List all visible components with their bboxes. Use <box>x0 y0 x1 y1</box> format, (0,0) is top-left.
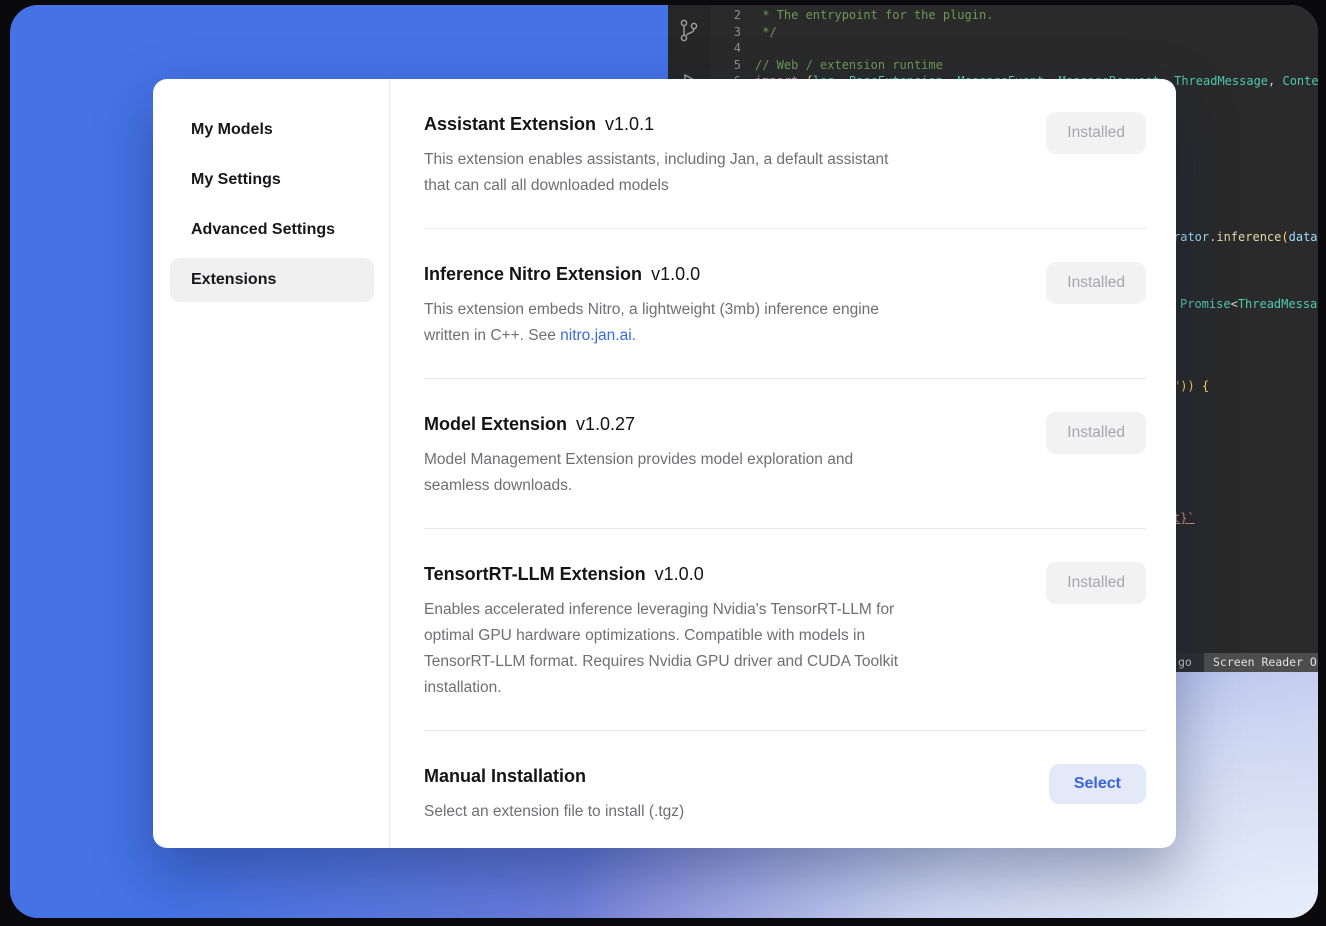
code-token: ThreadMessage <box>1174 74 1268 88</box>
code-fragment: rator.inference(data)); <box>1173 230 1318 245</box>
extension-description: Select an extension file to install (.tg… <box>424 799 1035 825</box>
extension-name: Inference Nitro Extension <box>424 264 642 284</box>
code-fragment: t}` <box>1173 511 1195 526</box>
screen-reader-status[interactable]: Screen Reader Optimized <box>1204 653 1318 672</box>
installed-button[interactable]: Installed <box>1046 562 1146 604</box>
code-token: )) { <box>1180 379 1209 393</box>
extension-title: Inference Nitro Extension v1.0.0 <box>424 262 1032 286</box>
code-token: // Web / extension runtime <box>755 58 943 72</box>
extension-info: TensortRT-LLM Extension v1.0.0 Enables ac… <box>424 562 1046 701</box>
extension-description-text: Select an extension file to install (.tg… <box>424 803 684 820</box>
code-fragment: ")) { <box>1173 379 1209 394</box>
code-token: ContentType <box>1282 74 1318 88</box>
app-window: 2 * The entrypoint for the plugin. 3 */ … <box>10 5 1318 918</box>
code-token: < <box>1231 297 1238 311</box>
sidebar-item-label: My Settings <box>191 171 281 189</box>
sidebar-item-extensions[interactable]: Extensions <box>170 258 374 302</box>
extension-description-text: This extension enables assistants, inclu… <box>424 151 888 194</box>
code-token: inference <box>1216 230 1281 244</box>
settings-sidebar: My Models My Settings Advanced Settings … <box>153 79 390 848</box>
code-token: Promise <box>1180 297 1231 311</box>
extension-row: Model Extension v1.0.27 Model Management … <box>424 379 1146 529</box>
installed-button[interactable]: Installed <box>1046 262 1146 304</box>
line-number: 4 <box>710 40 741 57</box>
code-token: , <box>1268 74 1282 88</box>
extension-info: Inference Nitro Extension v1.0.0 This ext… <box>424 262 1046 349</box>
extension-version: v1.0.27 <box>576 414 635 434</box>
line-content: * The entrypoint for the plugin. <box>755 7 993 24</box>
extension-version: v1.0.0 <box>655 564 704 584</box>
code-line: 2 * The entrypoint for the plugin. <box>710 7 1318 24</box>
code-fragment: Promise<ThreadMessage> <box>1180 297 1318 312</box>
settings-modal: My Models My Settings Advanced Settings … <box>153 79 1176 848</box>
extension-version: v1.0.1 <box>605 114 654 134</box>
extension-name: Manual Installation <box>424 766 586 786</box>
sidebar-item-my-settings[interactable]: My Settings <box>170 158 374 202</box>
sidebar-item-label: My Models <box>191 121 273 139</box>
extension-description: Model Management Extension provides mode… <box>424 447 1032 499</box>
extension-row: Assistant Extension v1.0.1 This extension… <box>424 79 1146 229</box>
extension-row: Inference Nitro Extension v1.0.0 This ext… <box>424 229 1146 379</box>
extension-description-text: Enables accelerated inference leveraging… <box>424 601 898 696</box>
extension-info: Model Extension v1.0.27 Model Management … <box>424 412 1046 499</box>
extension-title: Manual Installation <box>424 764 1035 788</box>
code-token: ThreadMessage <box>1238 297 1318 311</box>
status-left-text: go <box>1178 653 1192 672</box>
installed-button[interactable]: Installed <box>1046 412 1146 454</box>
extension-description: This extension embeds Nitro, a lightweig… <box>424 297 1032 349</box>
extension-description-text: Model Management Extension provides mode… <box>424 451 853 494</box>
code-token: t}` <box>1173 511 1195 525</box>
code-lines: 2 * The entrypoint for the plugin. 3 */ … <box>710 7 1318 90</box>
line-number: 5 <box>710 57 741 74</box>
sidebar-item-label: Extensions <box>191 271 276 289</box>
extension-info: Assistant Extension v1.0.1 This extension… <box>424 112 1046 199</box>
sidebar-item-label: Advanced Settings <box>191 221 335 239</box>
code-token: * The entrypoint for the plugin. <box>755 8 993 22</box>
extension-description-link[interactable]: nitro.jan.ai. <box>560 327 636 344</box>
sidebar-item-advanced-settings[interactable]: Advanced Settings <box>170 208 374 252</box>
code-line: 5 // Web / extension runtime <box>710 57 1318 74</box>
extension-title: TensortRT-LLM Extension v1.0.0 <box>424 562 1032 586</box>
extension-row: Manual Installation Select an extension … <box>424 731 1146 848</box>
extension-description-text: This extension embeds Nitro, a lightweig… <box>424 301 879 344</box>
line-number: 2 <box>710 7 741 24</box>
extension-description: Enables accelerated inference leveraging… <box>424 597 1032 701</box>
line-content: // Web / extension runtime <box>755 57 943 74</box>
extension-title: Assistant Extension v1.0.1 <box>424 112 1032 136</box>
extension-name: Assistant Extension <box>424 114 596 134</box>
extension-name: TensortRT-LLM Extension <box>424 564 646 584</box>
extension-info: Manual Installation Select an extension … <box>424 764 1049 825</box>
line-number: 3 <box>710 24 741 41</box>
extension-name: Model Extension <box>424 414 567 434</box>
extension-row: TensortRT-LLM Extension v1.0.0 Enables ac… <box>424 529 1146 731</box>
extension-description: This extension enables assistants, inclu… <box>424 147 1032 199</box>
code-line: 4 <box>710 40 1318 57</box>
code-token: */ <box>755 25 777 39</box>
extension-version: v1.0.0 <box>651 264 700 284</box>
installed-button[interactable]: Installed <box>1046 112 1146 154</box>
extension-title: Model Extension v1.0.27 <box>424 412 1032 436</box>
source-control-icon[interactable] <box>668 19 710 43</box>
code-token: ( <box>1281 230 1288 244</box>
sidebar-item-my-models[interactable]: My Models <box>170 108 374 152</box>
select-file-button[interactable]: Select <box>1049 764 1146 804</box>
line-content: */ <box>755 24 777 41</box>
code-token: rator <box>1173 230 1209 244</box>
code-line: 3 */ <box>710 24 1318 41</box>
code-token: data <box>1289 230 1318 244</box>
extensions-list: Assistant Extension v1.0.1 This extension… <box>390 79 1176 848</box>
